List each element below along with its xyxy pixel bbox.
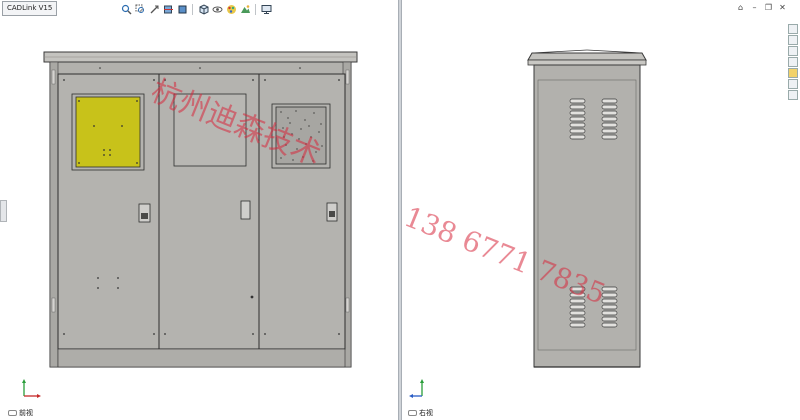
right-view-name: 右视 xyxy=(419,409,433,417)
front-view-label: 前视 xyxy=(8,408,33,418)
front-center-handle xyxy=(240,200,251,220)
view-indicator-icon xyxy=(408,410,417,416)
right-viewport[interactable]: ⌂ – ❐ ✕ 右视 xyxy=(402,0,800,420)
side-cabinet-model xyxy=(527,49,647,368)
view-indicator-icon xyxy=(8,410,17,416)
right-view-label: 右视 xyxy=(408,408,433,418)
grained-window-panel xyxy=(275,106,327,165)
axis-triad xyxy=(22,379,41,398)
front-view-name: 前视 xyxy=(19,409,33,417)
front-viewport[interactable]: CADLink V15 前视 xyxy=(0,0,398,420)
front-cabinet-model xyxy=(43,51,358,368)
axis-triad xyxy=(409,379,424,398)
